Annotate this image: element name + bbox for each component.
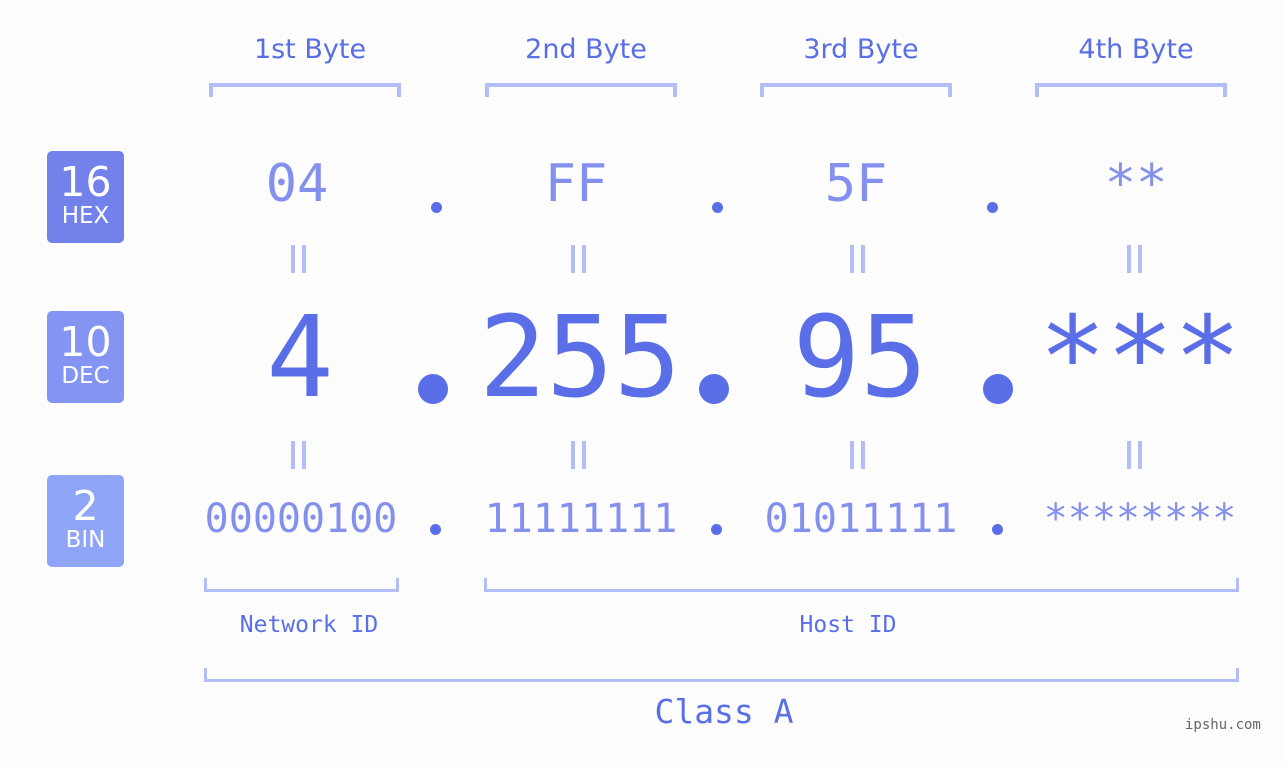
hex-dot-2 — [712, 202, 723, 213]
bin-dot-3 — [992, 524, 1003, 535]
host-id-bracket — [484, 578, 1239, 592]
hex-byte-4: ** — [1104, 154, 1168, 214]
hex-dot-3 — [987, 202, 998, 213]
bin-byte-2: 11111111 — [484, 496, 678, 542]
hex-byte-2: FF — [544, 154, 608, 214]
hex-dot-1 — [431, 202, 442, 213]
bin-base-label: BIN — [65, 527, 106, 553]
class-label: Class A — [654, 692, 794, 731]
network-id-bracket — [204, 578, 399, 592]
byte-bracket-1 — [209, 83, 401, 97]
network-id-label: Network ID — [239, 612, 379, 638]
byte-header-3: 3rd Byte — [803, 34, 919, 65]
equals-icon — [1127, 441, 1147, 471]
dec-dot-3 — [983, 374, 1013, 404]
dec-base-label: DEC — [61, 363, 110, 389]
dec-byte-2: 255 — [478, 293, 682, 423]
bin-byte-3: 01011111 — [764, 496, 958, 542]
byte-header-2: 2nd Byte — [525, 34, 647, 65]
equals-icon — [1127, 245, 1147, 275]
class-bracket — [204, 668, 1239, 682]
hex-badge: 16 HEX — [47, 151, 124, 243]
hex-byte-3: 5F — [824, 154, 888, 214]
equals-icon — [850, 245, 870, 275]
dec-badge: 10 DEC — [47, 311, 124, 403]
byte-bracket-2 — [485, 83, 677, 97]
dec-byte-3: 95 — [792, 293, 928, 423]
bin-base-number: 2 — [72, 482, 99, 530]
equals-icon — [571, 245, 591, 275]
bin-dot-1 — [430, 524, 441, 535]
bin-badge: 2 BIN — [47, 475, 124, 567]
equals-icon — [571, 441, 591, 471]
host-id-label: Host ID — [799, 612, 897, 638]
equals-icon — [291, 441, 311, 471]
bin-byte-1: 00000100 — [204, 496, 398, 542]
watermark: ipshu.com — [1185, 717, 1261, 733]
dec-dot-2 — [699, 374, 729, 404]
byte-header-1: 1st Byte — [253, 34, 367, 65]
hex-base-number: 16 — [59, 158, 112, 206]
bin-byte-4: ******** — [1043, 496, 1237, 542]
byte-bracket-4 — [1035, 83, 1227, 97]
hex-base-label: HEX — [61, 203, 110, 229]
bin-dot-2 — [711, 524, 722, 535]
equals-icon — [850, 441, 870, 471]
dec-byte-4: *** — [1038, 293, 1242, 423]
dec-dot-1 — [418, 374, 448, 404]
byte-bracket-3 — [760, 83, 952, 97]
equals-icon — [291, 245, 311, 275]
byte-header-4: 4th Byte — [1078, 34, 1194, 65]
hex-byte-1: 04 — [265, 154, 329, 214]
dec-base-number: 10 — [59, 318, 112, 366]
dec-byte-1: 4 — [266, 293, 334, 423]
